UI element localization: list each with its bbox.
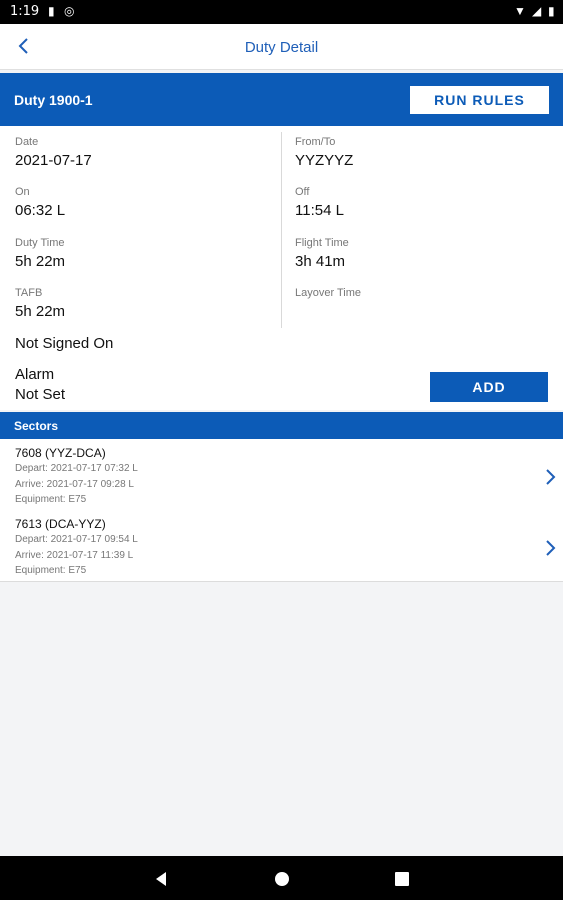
nav-home-icon[interactable] bbox=[271, 868, 293, 890]
flight-time-label: Flight Time bbox=[295, 237, 349, 249]
tafb-field: TAFB 5h 22m bbox=[15, 287, 65, 320]
flight-time-field: Flight Time 3h 41m bbox=[295, 237, 349, 270]
chevron-right-icon[interactable] bbox=[540, 538, 560, 558]
duty-time-value: 5h 22m bbox=[15, 253, 66, 270]
duty-time-field: Duty Time 5h 22m bbox=[15, 237, 65, 270]
duty-title: Duty 1900-1 bbox=[14, 92, 93, 108]
off-label: Off bbox=[295, 186, 310, 198]
sectors-title: Sectors bbox=[14, 419, 59, 433]
sector-arrive: Arrive: 2021-07-17 11:39 L bbox=[15, 550, 134, 561]
duty-time-label: Duty Time bbox=[15, 237, 65, 249]
battery-icon: ▮ bbox=[548, 4, 555, 18]
sector-depart: Depart: 2021-07-17 07:32 L bbox=[15, 463, 138, 474]
from-to-value: YYZYYZ bbox=[295, 152, 354, 169]
from-to-label: From/To bbox=[295, 136, 336, 148]
status-time: 1:19 bbox=[10, 4, 40, 19]
date-value: 2021-07-17 bbox=[15, 152, 92, 169]
duty-header: Duty 1900-1 RUN RULES bbox=[0, 73, 563, 126]
date-field: Date 2021-07-17 bbox=[15, 136, 92, 169]
sector-depart: Depart: 2021-07-17 09:54 L bbox=[15, 534, 138, 545]
data-saver-icon: ◎ bbox=[64, 4, 75, 18]
on-field: On 06:32 L bbox=[15, 186, 65, 219]
sector-arrive: Arrive: 2021-07-17 09:28 L bbox=[15, 479, 134, 490]
alarm-value: Not Set bbox=[15, 386, 66, 403]
wifi-icon: ▼ bbox=[514, 4, 526, 18]
layover-time-field: Layover Time bbox=[295, 287, 361, 303]
flight-time-value: 3h 41m bbox=[295, 253, 346, 270]
duty-details: Date 2021-07-17 From/To YYZYYZ On 06:32 … bbox=[0, 126, 563, 410]
sim-card-icon: ▮ bbox=[48, 4, 55, 18]
status-bar: 1:19 ▮ ◎ ▼ ◢ ▮ bbox=[0, 0, 563, 24]
alarm-label: Alarm bbox=[15, 366, 55, 383]
chevron-right-icon[interactable] bbox=[540, 467, 560, 487]
from-to-field: From/To YYZYYZ bbox=[295, 136, 353, 169]
on-value: 06:32 L bbox=[15, 202, 66, 219]
sector-equipment: Equipment: E75 bbox=[15, 494, 87, 505]
page-title: Duty Detail bbox=[244, 39, 319, 56]
layover-time-label: Layover Time bbox=[295, 287, 362, 299]
column-divider bbox=[281, 132, 282, 328]
sector-equipment: Equipment: E75 bbox=[15, 565, 87, 576]
sectors-list: 7608 (YYZ-DCA) Depart: 2021-07-17 07:32 … bbox=[0, 439, 563, 582]
app-bar: Duty Detail bbox=[0, 24, 563, 70]
sectors-header: Sectors bbox=[0, 412, 563, 439]
tafb-label: TAFB bbox=[15, 287, 43, 299]
nav-recents-icon[interactable] bbox=[391, 868, 413, 890]
tafb-value: 5h 22m bbox=[15, 303, 66, 320]
system-nav-bar bbox=[0, 856, 563, 900]
signal-icon: ◢ bbox=[532, 4, 542, 18]
sector-title: 7608 (YYZ-DCA) bbox=[15, 446, 106, 460]
off-value: 11:54 L bbox=[295, 202, 344, 219]
sector-title: 7613 (DCA-YYZ) bbox=[15, 517, 106, 531]
on-label: On bbox=[15, 186, 30, 198]
run-rules-button[interactable]: RUN RULES bbox=[410, 86, 549, 114]
date-label: Date bbox=[15, 136, 39, 148]
sector-item[interactable]: 7613 (DCA-YYZ) Depart: 2021-07-17 09:54 … bbox=[0, 510, 563, 581]
sector-item[interactable]: 7608 (YYZ-DCA) Depart: 2021-07-17 07:32 … bbox=[0, 439, 563, 510]
add-alarm-button[interactable]: ADD bbox=[430, 372, 548, 402]
sign-on-status: Not Signed On bbox=[15, 335, 114, 352]
nav-back-icon[interactable] bbox=[150, 868, 172, 890]
off-field: Off 11:54 L bbox=[295, 186, 344, 219]
